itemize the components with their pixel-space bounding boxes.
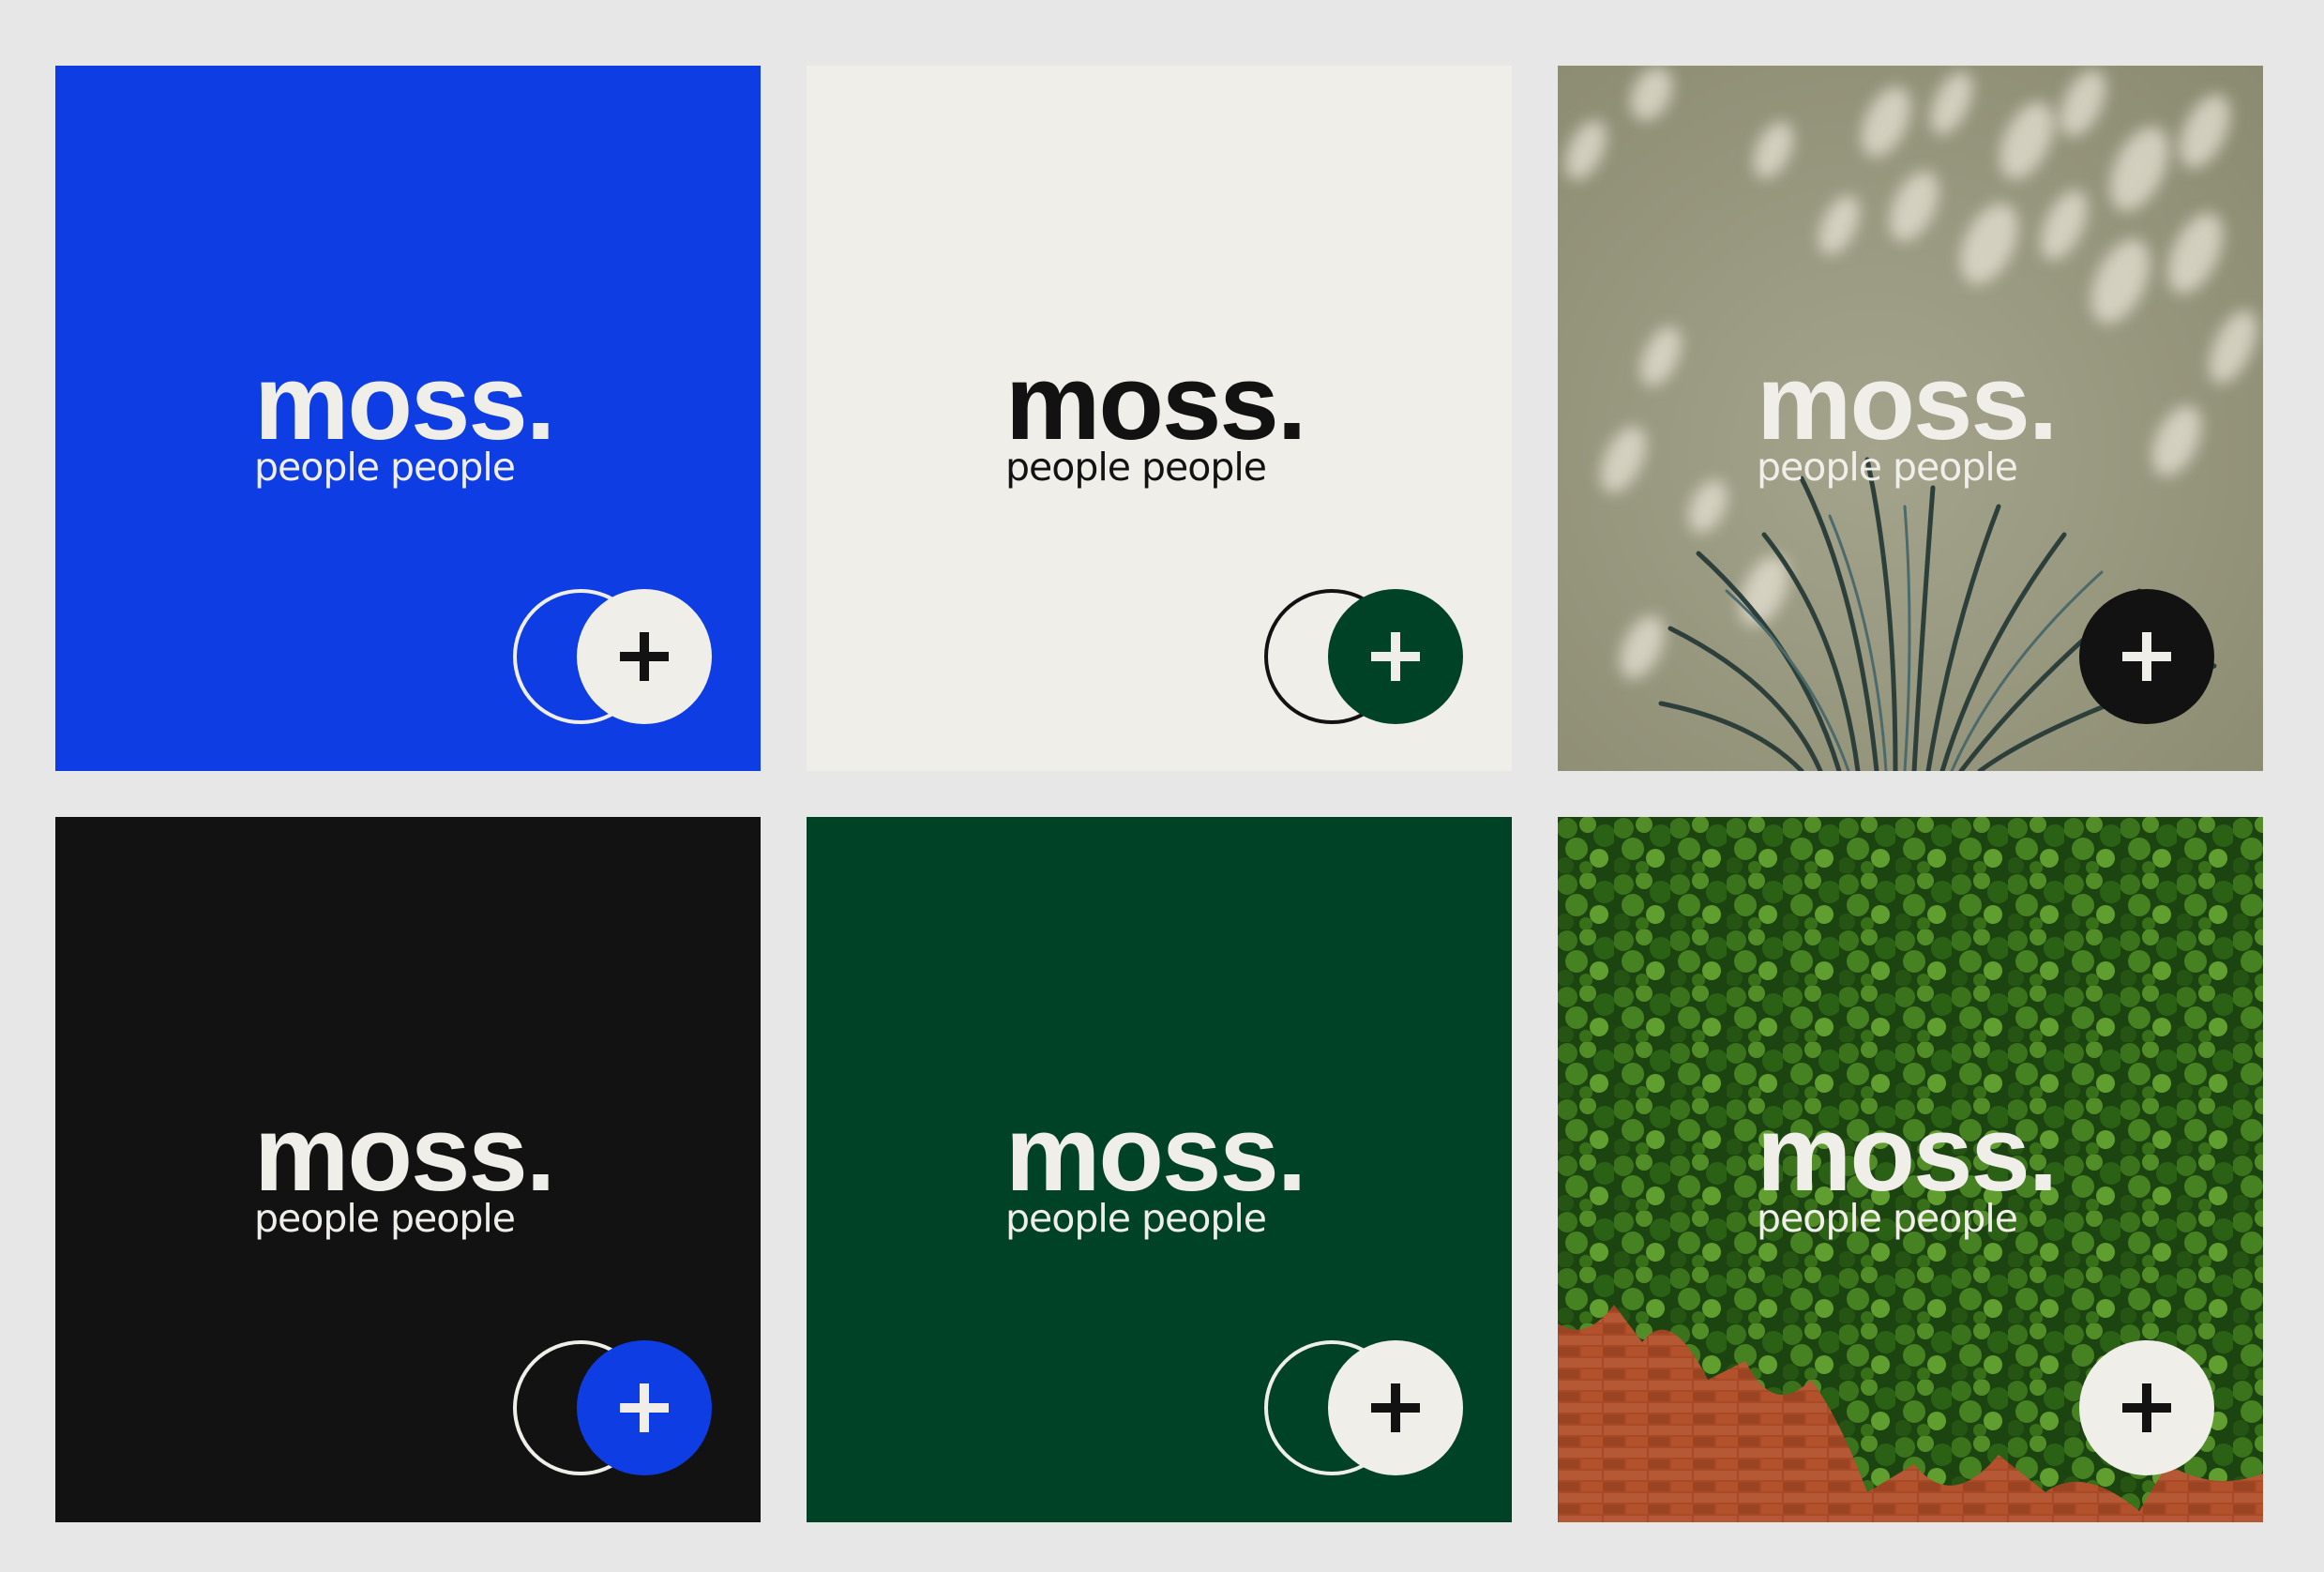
brand-mark [513, 1340, 712, 1475]
plus-icon [620, 632, 669, 681]
plus-button[interactable] [577, 589, 712, 724]
brand-tile-green: moss. people people [807, 817, 1512, 1522]
brand-mark [513, 589, 712, 724]
wordmark: moss. [1005, 343, 1306, 462]
plus-button[interactable] [2079, 1340, 2214, 1475]
tagline: people people [1757, 1196, 2018, 1241]
brand-tile-grid: moss. people people moss. people people [0, 0, 2324, 1572]
tagline: people people [1005, 1196, 1267, 1241]
plus-button[interactable] [1328, 1340, 1463, 1475]
tagline: people people [1005, 445, 1267, 490]
logo-lockup: moss. people people [1005, 1095, 1306, 1241]
brand-tile-wall-photo: moss. people people [1558, 66, 2263, 771]
wordmark: moss. [1757, 343, 2058, 462]
brand-tile-blue: moss. people people [55, 66, 761, 771]
brand-mark [2079, 589, 2214, 724]
wordmark: moss. [1005, 1095, 1306, 1214]
plus-icon [620, 1383, 669, 1432]
brand-tile-black: moss. people people [55, 817, 761, 1522]
plus-icon [1371, 632, 1420, 681]
brand-mark [1264, 1340, 1463, 1475]
brand-tile-cream: moss. people people [807, 66, 1512, 771]
brand-mark [1264, 589, 1463, 724]
logo-lockup: moss. people people [254, 343, 555, 490]
brand-tile-ivy-photo: moss. people people [1558, 817, 2263, 1522]
logo-lockup: moss. people people [1757, 343, 2058, 490]
wordmark: moss. [254, 343, 555, 462]
plus-button[interactable] [577, 1340, 712, 1475]
plus-icon [2122, 632, 2171, 681]
logo-lockup: moss. people people [1757, 1095, 2058, 1241]
plus-button[interactable] [1328, 589, 1463, 724]
logo-lockup: moss. people people [254, 1095, 555, 1241]
brand-mark [2079, 1340, 2214, 1475]
plus-icon [1371, 1383, 1420, 1432]
tagline: people people [1757, 445, 2018, 490]
wordmark: moss. [1757, 1095, 2058, 1214]
tagline: people people [254, 1196, 516, 1241]
tagline: people people [254, 445, 516, 490]
wordmark: moss. [254, 1095, 555, 1214]
plus-button[interactable] [2079, 589, 2214, 724]
plus-icon [2122, 1383, 2171, 1432]
logo-lockup: moss. people people [1005, 343, 1306, 490]
